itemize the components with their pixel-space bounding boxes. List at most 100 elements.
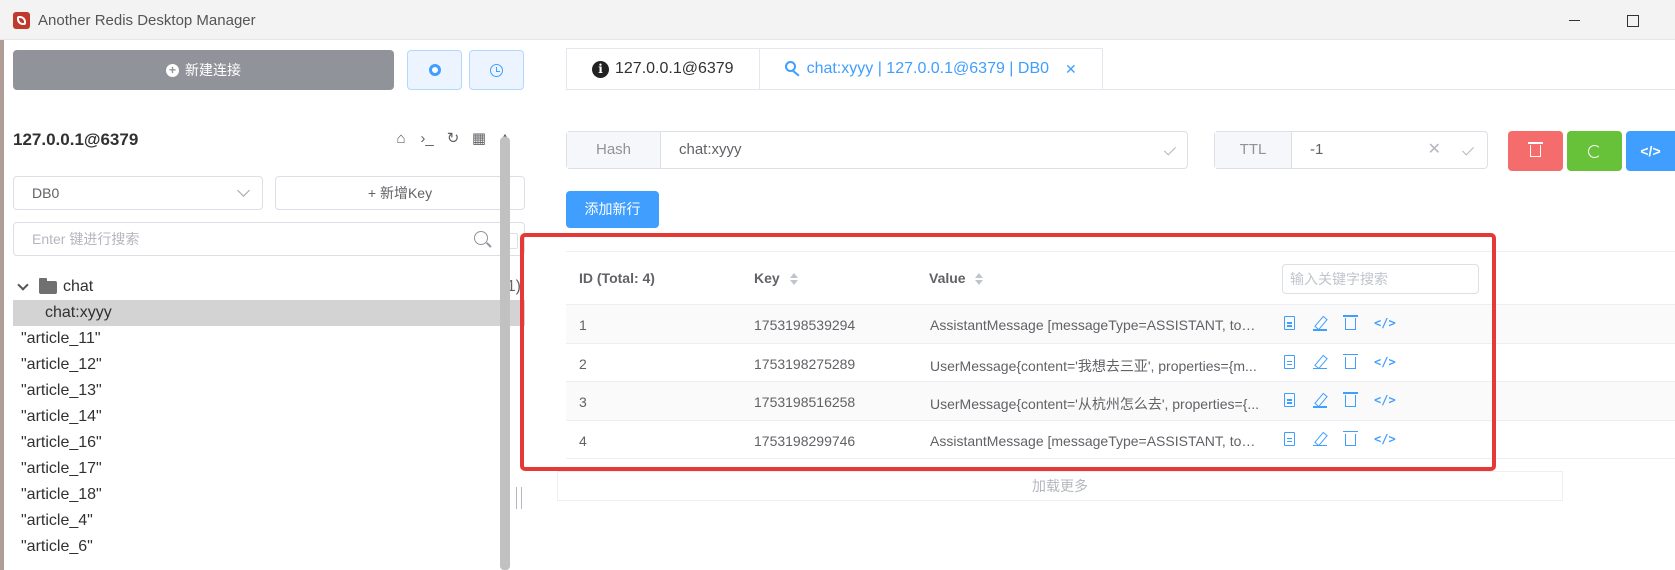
- chevron-down-icon: [237, 184, 250, 197]
- connection-name[interactable]: 127.0.0.1@6379: [13, 130, 138, 150]
- key-item[interactable]: "article_14": [13, 404, 525, 430]
- info-icon: i: [592, 60, 609, 78]
- cell-key: 1753198516258: [754, 394, 856, 410]
- ttl-label: TTL: [1215, 132, 1292, 168]
- copy-icon[interactable]: [1284, 354, 1295, 369]
- key-item[interactable]: "article_16": [13, 430, 525, 456]
- code-icon[interactable]: </>: [1374, 393, 1396, 407]
- sidebar-scrollbar[interactable]: [500, 137, 510, 570]
- cell-key: 1753198539294: [754, 317, 856, 333]
- tab-connection-info[interactable]: i 127.0.0.1@6379: [566, 48, 760, 90]
- table-row[interactable]: 4 1753198299746 AssistantMessage [messag…: [566, 421, 1675, 459]
- trash-icon[interactable]: [1343, 315, 1358, 330]
- key-item-selected[interactable]: chat:xyyy: [13, 300, 525, 326]
- column-header-value[interactable]: Value: [929, 270, 984, 286]
- resize-handle[interactable]: [516, 487, 522, 509]
- db-select[interactable]: DB0: [13, 176, 263, 210]
- key-item[interactable]: "article_13": [13, 378, 525, 404]
- edit-icon[interactable]: [1313, 355, 1327, 369]
- refresh-key-button[interactable]: [1567, 131, 1622, 171]
- cell-id: 2: [579, 355, 587, 372]
- key-type-label: Hash: [567, 132, 661, 168]
- terminal-icon[interactable]: ›_: [418, 130, 436, 148]
- caret-down-icon[interactable]: [17, 279, 29, 291]
- delete-key-button[interactable]: [1508, 131, 1563, 171]
- table-row[interactable]: 1 1753198539294 AssistantMessage [messag…: [566, 305, 1675, 344]
- sort-icon[interactable]: [975, 273, 984, 286]
- clock-icon: [490, 63, 503, 77]
- tab-divider: [566, 89, 1675, 90]
- key-item[interactable]: "article_18": [13, 482, 525, 508]
- grid-icon[interactable]: ▦: [470, 130, 488, 148]
- command-log-button[interactable]: [469, 50, 524, 90]
- table-row[interactable]: 3 1753198516258 UserMessage{content='从杭州…: [566, 382, 1675, 421]
- new-key-button[interactable]: + 新增Key: [275, 176, 525, 210]
- db-select-value: DB0: [32, 185, 60, 201]
- edit-icon[interactable]: [1313, 316, 1327, 331]
- row-actions: </>: [1284, 430, 1396, 446]
- column-header-key[interactable]: Key: [754, 270, 798, 286]
- copy-icon[interactable]: [1284, 393, 1295, 407]
- plus-circle-icon: +: [166, 63, 179, 77]
- sort-icon[interactable]: [789, 273, 798, 286]
- key-name-input[interactable]: chat:xyyy: [661, 132, 1187, 168]
- key-item[interactable]: "article_11": [13, 326, 525, 352]
- close-icon[interactable]: ✕: [1065, 61, 1077, 78]
- cell-value: AssistantMessage [messageType=ASSISTANT,…: [930, 317, 1260, 333]
- ttl-field: TTL -1 ✕: [1214, 131, 1488, 169]
- refresh-icon: [1588, 144, 1601, 158]
- table-filter-input[interactable]: 输入关键字搜索: [1282, 264, 1479, 294]
- clear-icon[interactable]: ✕: [1428, 142, 1441, 158]
- key-item[interactable]: "article_6": [13, 534, 525, 560]
- folder-chat[interactable]: chat (1): [13, 274, 525, 300]
- tab-bar: i 127.0.0.1@6379 chat:xyyy | 127.0.0.1@6…: [566, 48, 1103, 90]
- key-item[interactable]: "article_4": [13, 508, 525, 534]
- search-placeholder: Enter 键进行搜索: [32, 231, 140, 247]
- maximize-button[interactable]: [1618, 8, 1648, 32]
- edit-icon[interactable]: [1313, 393, 1327, 408]
- folder-open-icon: [39, 278, 57, 294]
- code-icon[interactable]: </>: [1374, 355, 1396, 369]
- key-name-field: Hash chat:xyyy: [566, 131, 1188, 169]
- code-icon[interactable]: </>: [1374, 316, 1396, 330]
- code-icon: </>: [1640, 143, 1661, 159]
- ttl-value: -1: [1310, 141, 1324, 158]
- ttl-input[interactable]: -1 ✕: [1292, 132, 1487, 168]
- dump-command-button[interactable]: </>: [1626, 131, 1675, 171]
- check-icon[interactable]: [1163, 143, 1177, 156]
- copy-icon[interactable]: [1284, 316, 1295, 330]
- key-name-value: chat:xyyy: [679, 141, 742, 158]
- home-icon[interactable]: ⌂: [392, 130, 410, 148]
- key-tree: chat (1) chat:xyyy "article_11" "article…: [13, 274, 525, 560]
- search-icon[interactable]: [474, 231, 488, 245]
- key-item[interactable]: "article_17": [13, 456, 525, 482]
- edit-icon[interactable]: [1313, 432, 1327, 446]
- app-logo-icon: [13, 12, 30, 29]
- copy-icon[interactable]: [1284, 431, 1295, 446]
- row-actions: </>: [1284, 392, 1396, 408]
- tab-key-detail[interactable]: chat:xyyy | 127.0.0.1@6379 | DB0 ✕: [759, 48, 1103, 90]
- new-connection-button[interactable]: + 新建连接: [13, 50, 394, 90]
- connection-toolbar: ⌂ ›_ ↻ ▦ ˄: [392, 130, 514, 148]
- add-row-button[interactable]: 添加新行: [566, 191, 659, 228]
- row-actions: </>: [1284, 315, 1396, 331]
- key-search-input[interactable]: Enter 键进行搜索: [13, 222, 525, 256]
- cell-id: 3: [579, 394, 587, 410]
- key-icon: [784, 61, 801, 77]
- check-icon[interactable]: [1461, 143, 1475, 156]
- trash-icon[interactable]: [1343, 353, 1358, 369]
- trash-icon[interactable]: [1343, 430, 1358, 446]
- trash-icon[interactable]: [1343, 392, 1358, 407]
- folder-name: chat: [63, 278, 94, 295]
- key-item[interactable]: "article_12": [13, 352, 525, 378]
- minimize-button[interactable]: [1560, 8, 1590, 32]
- settings-button[interactable]: [407, 50, 462, 90]
- cell-id: 1: [579, 317, 587, 333]
- code-icon[interactable]: </>: [1374, 432, 1396, 446]
- tab-label: 127.0.0.1@6379: [615, 60, 734, 77]
- load-more-button[interactable]: 加载更多: [557, 471, 1563, 501]
- refresh-icon[interactable]: ↻: [444, 130, 462, 148]
- table-row[interactable]: 2 1753198275289 UserMessage{content='我想去…: [566, 344, 1675, 382]
- table-header: ID (Total: 4) Key Value 输入关键字搜索: [566, 252, 1675, 305]
- tab-label: chat:xyyy | 127.0.0.1@6379 | DB0: [806, 60, 1050, 77]
